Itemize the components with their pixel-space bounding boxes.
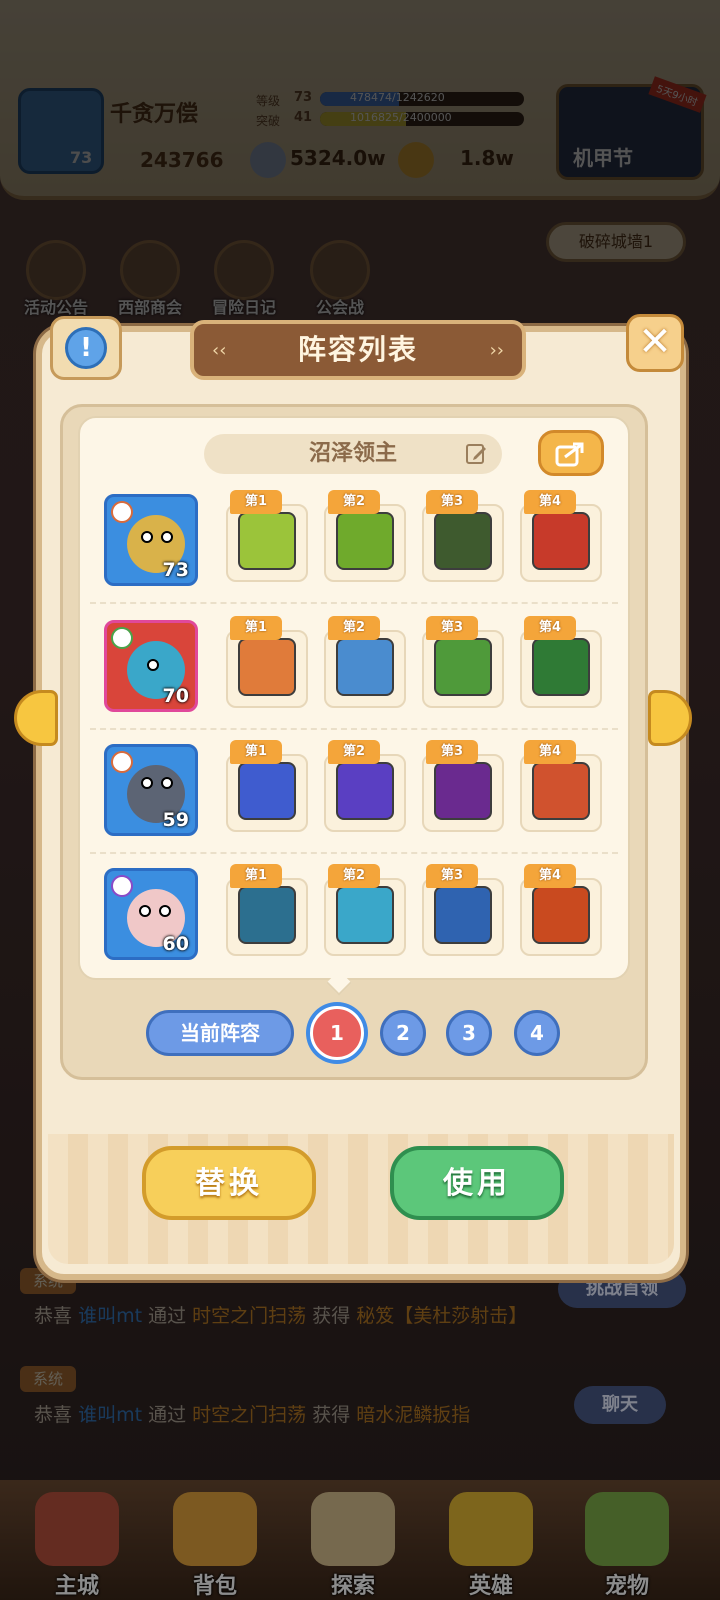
hero-level: 70 [162,685,189,707]
modal-footer-pattern [48,1134,674,1264]
close-button[interactable]: ✕ [626,314,684,372]
skill-order-badge: 第2 [328,616,380,640]
info-icon: ! [65,327,107,369]
skill-order-badge: 第2 [328,864,380,888]
skill-slot[interactable]: 第3 [422,490,504,582]
hero-eye [161,777,173,789]
modal-title: 阵容列表 [297,333,418,366]
skill-order-badge: 第4 [524,490,576,514]
skill-slot[interactable]: 第1 [226,616,308,708]
skill-order-badge: 第4 [524,616,576,640]
skill-slot[interactable]: 第4 [520,740,602,832]
hero-eye [147,659,159,671]
use-button[interactable]: 使用 [390,1146,564,1220]
lion-skill-icon [238,638,296,696]
row-divider [90,602,618,604]
spear-skill-icon [336,638,394,696]
hero-slot-4[interactable]: 60 [104,868,198,960]
goblin-skill-icon [434,638,492,696]
skill-order-badge: 第3 [426,864,478,888]
skill-slot[interactable]: 第3 [422,864,504,956]
replace-button[interactable]: 替换 [142,1146,316,1220]
hero-eye [141,531,153,543]
skill-slot[interactable]: 第1 [226,740,308,832]
skill-slot[interactable]: 第4 [520,490,602,582]
hero-eye [159,905,171,917]
shield-skill-icon [238,512,296,570]
hero-slot-2[interactable]: 70 [104,620,198,712]
swirl-left-icon: ‹‹ [212,340,227,361]
skill-order-badge: 第1 [230,490,282,514]
skill-order-badge: 第1 [230,864,282,888]
lineup-page-2[interactable]: 2 [380,1010,426,1056]
flame-skill-icon [532,886,590,944]
nature-element-icon [111,627,133,649]
hero-level: 59 [162,809,189,831]
edit-icon[interactable] [464,442,488,466]
skill-order-badge: 第4 [524,740,576,764]
lineup-page-3[interactable]: 3 [446,1010,492,1056]
skill-order-badge: 第2 [328,490,380,514]
hero-level: 60 [162,933,189,955]
skill-order-badge: 第4 [524,864,576,888]
green-spear-skill-icon [532,638,590,696]
skill-order-badge: 第2 [328,740,380,764]
hero-slot-3[interactable]: 59 [104,744,198,836]
hero-eye [141,777,153,789]
ice-strike-skill-icon [434,886,492,944]
current-lineup-tab[interactable]: 当前阵容 [146,1010,294,1056]
skill-slot[interactable]: 第2 [324,740,406,832]
skill-slot[interactable]: 第2 [324,490,406,582]
fire-element-icon [111,501,133,523]
hero-eye [139,905,151,917]
skill-order-badge: 第3 [426,616,478,640]
rage-face-skill-icon [532,512,590,570]
skill-slot[interactable]: 第1 [226,490,308,582]
skill-slot[interactable]: 第1 [226,864,308,956]
hero-slot-1[interactable]: 73 [104,494,198,586]
hero-eye [161,531,173,543]
skill-slot[interactable]: 第3 [422,616,504,708]
skill-order-badge: 第1 [230,740,282,764]
lineup-page-1[interactable]: 1 [310,1006,364,1060]
skill-slot[interactable]: 第4 [520,616,602,708]
ice-element-icon [111,875,133,897]
blue-slash-skill-icon [238,762,296,820]
row-divider [90,728,618,730]
lineup-page-4[interactable]: 4 [514,1010,560,1056]
skill-order-badge: 第1 [230,616,282,640]
share-icon [555,442,584,467]
info-button[interactable]: ! [50,316,122,380]
skill-order-badge: 第3 [426,490,478,514]
swirl-right-icon: ›› [489,340,504,361]
armor-skill-icon [434,512,492,570]
hero-level: 73 [162,559,189,581]
skill-slot[interactable]: 第2 [324,616,406,708]
purple-burst-skill-icon [434,762,492,820]
lineup-name: 沼泽领主 [204,434,502,474]
skill-order-badge: 第3 [426,740,478,764]
ice-wand-skill-icon [336,886,394,944]
skill-slot[interactable]: 第3 [422,740,504,832]
share-button[interactable] [538,430,604,476]
skill-slot[interactable]: 第4 [520,864,602,956]
purple-rain-skill-icon [336,762,394,820]
row-divider [90,852,618,854]
mask-skill-icon [238,886,296,944]
skill-slot[interactable]: 第2 [324,864,406,956]
star-shield-skill-icon [336,512,394,570]
fire-element-icon [111,751,133,773]
modal-title-plate: ‹‹ 阵容列表 ›› [190,320,526,380]
paw-skill-icon [532,762,590,820]
